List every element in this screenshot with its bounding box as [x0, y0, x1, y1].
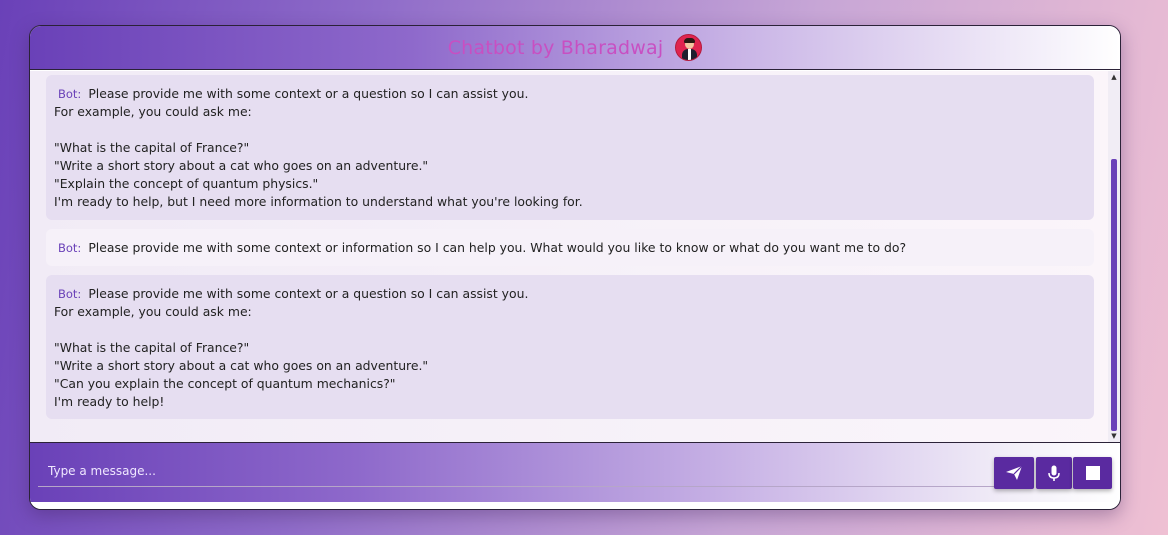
message-input[interactable] [38, 455, 996, 487]
page-title: Chatbot by Bharadwaj [447, 36, 664, 59]
message-text: "What is the capital of France?" [54, 340, 250, 355]
chat-message: Bot: Please provide me with some context … [46, 275, 1094, 419]
message-sender: Bot: [58, 287, 82, 301]
message-text: I'm ready to help! [54, 394, 165, 409]
input-bar [30, 442, 1120, 502]
message-text: "What is the capital of France?" [54, 140, 250, 155]
stop-button[interactable] [1073, 457, 1112, 489]
message-text: "Explain the concept of quantum physics.… [54, 176, 319, 191]
chat-message: Bot: Please provide me with some context … [46, 75, 1094, 220]
message-list[interactable]: Bot: Please provide me with some context … [30, 71, 1120, 442]
send-button[interactable] [994, 457, 1034, 489]
message-text: I'm ready to help, but I need more infor… [54, 194, 583, 209]
message-sender: Bot: [58, 241, 82, 255]
microphone-icon [1048, 465, 1060, 482]
message-text: "Write a short story about a cat who goe… [54, 358, 429, 373]
scroll-up-arrow-icon[interactable]: ▲ [1108, 71, 1120, 83]
scroll-thumb[interactable] [1111, 159, 1117, 431]
chat-window: Chatbot by Bharadwaj Bot: Please provide … [29, 25, 1121, 510]
scroll-down-arrow-icon[interactable]: ▼ [1108, 430, 1120, 442]
message-text: Please provide me with some context or i… [88, 240, 907, 255]
send-icon [1005, 465, 1023, 481]
message-text: Please provide me with some context or a… [88, 286, 529, 301]
user-avatar-icon [675, 34, 703, 61]
chat-header: Chatbot by Bharadwaj [30, 26, 1120, 70]
message-text: For example, you could ask me: [54, 104, 252, 119]
window-footer [30, 502, 1120, 509]
chat-message: Bot: Please provide me with some context … [46, 229, 1094, 266]
stop-icon [1085, 466, 1100, 480]
message-text: For example, you could ask me: [54, 304, 252, 319]
message-text: "Can you explain the concept of quantum … [54, 376, 396, 391]
scrollbar[interactable]: ▲ ▼ [1108, 71, 1120, 442]
message-sender: Bot: [58, 87, 82, 101]
microphone-button[interactable] [1036, 457, 1072, 489]
message-text: "Write a short story about a cat who goe… [54, 158, 429, 173]
message-text [54, 121, 1086, 139]
message-text [54, 321, 1086, 339]
message-text: Please provide me with some context or a… [88, 86, 529, 101]
